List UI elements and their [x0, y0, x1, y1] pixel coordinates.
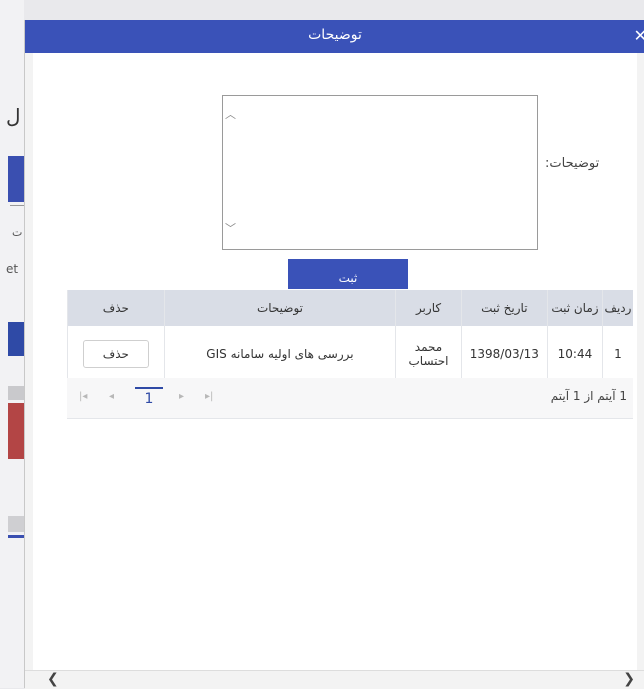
background-heading: ل: [6, 104, 21, 128]
last-page-icon[interactable]: ▸|: [205, 391, 213, 402]
header-date[interactable]: تاریخ ثبت: [460, 290, 548, 326]
prev-page-icon[interactable]: ◂: [109, 391, 114, 402]
background-divider: [10, 205, 24, 206]
background-blue-block: [8, 322, 24, 356]
next-page-icon[interactable]: ▸: [179, 391, 184, 402]
dialog-content: توضیحات: ︿ ﹀ ثبت ردیف زمان ثبت تاریخ ثبت…: [33, 53, 637, 670]
background-grey-block: [8, 386, 24, 400]
header-row[interactable]: ردیف: [601, 290, 633, 326]
background-nav-block: [8, 156, 24, 202]
delete-button[interactable]: حذف: [82, 340, 149, 368]
page-number[interactable]: 1: [135, 387, 163, 407]
description-dialog: توضیحات ✕ توضیحات: ︿ ﹀ ثبت ردیف زمان ثبت…: [24, 20, 644, 689]
table-row: 1 10:44 1398/03/13 محمد احتساب بررسی های…: [67, 326, 633, 383]
description-label: توضیحات:: [545, 156, 600, 171]
close-icon[interactable]: ✕: [634, 26, 644, 45]
header-time[interactable]: زمان ثبت: [546, 290, 603, 326]
background-grey-block: [8, 516, 24, 532]
first-page-icon[interactable]: |◂: [79, 391, 87, 402]
cell-time: 10:44: [546, 326, 603, 383]
horizontal-scrollbar[interactable]: ❮ ❯: [25, 670, 644, 689]
pager: |◂ ◂ 1 ▸ ▸| 1 آیتم از 1 آیتم: [67, 378, 633, 419]
background-text: et: [6, 262, 19, 276]
cell-date: 1398/03/13: [460, 326, 548, 383]
cell-delete: حذف: [67, 326, 165, 383]
header-user[interactable]: کاربر: [395, 290, 462, 326]
background-red-block: [8, 403, 24, 459]
cell-row: 1: [601, 326, 633, 383]
description-textarea[interactable]: ︿ ﹀: [222, 95, 538, 250]
scroll-up-icon[interactable]: ︿: [225, 106, 236, 122]
background-text: ت: [12, 226, 23, 239]
dialog-title: توضیحات: [308, 27, 362, 43]
header-description[interactable]: توضیحات: [163, 290, 396, 326]
scroll-down-icon[interactable]: ﹀: [225, 220, 236, 236]
cell-description: بررسی های اولیه سامانه GIS: [163, 326, 396, 383]
descriptions-table: ردیف زمان ثبت تاریخ ثبت کاربر توضیحات حذ…: [67, 290, 633, 383]
background-blue-line: [8, 535, 24, 538]
header-delete[interactable]: حذف: [67, 290, 165, 326]
table-header-row: ردیف زمان ثبت تاریخ ثبت کاربر توضیحات حذ…: [67, 290, 633, 326]
pager-info: 1 آیتم از 1 آیتم: [550, 389, 627, 403]
dialog-titlebar: توضیحات ✕: [25, 20, 644, 53]
cell-user: محمد احتساب: [395, 326, 462, 383]
scroll-left-icon[interactable]: ❮: [47, 671, 59, 687]
submit-button[interactable]: ثبت: [288, 259, 408, 289]
scroll-right-icon[interactable]: ❯: [623, 671, 635, 687]
